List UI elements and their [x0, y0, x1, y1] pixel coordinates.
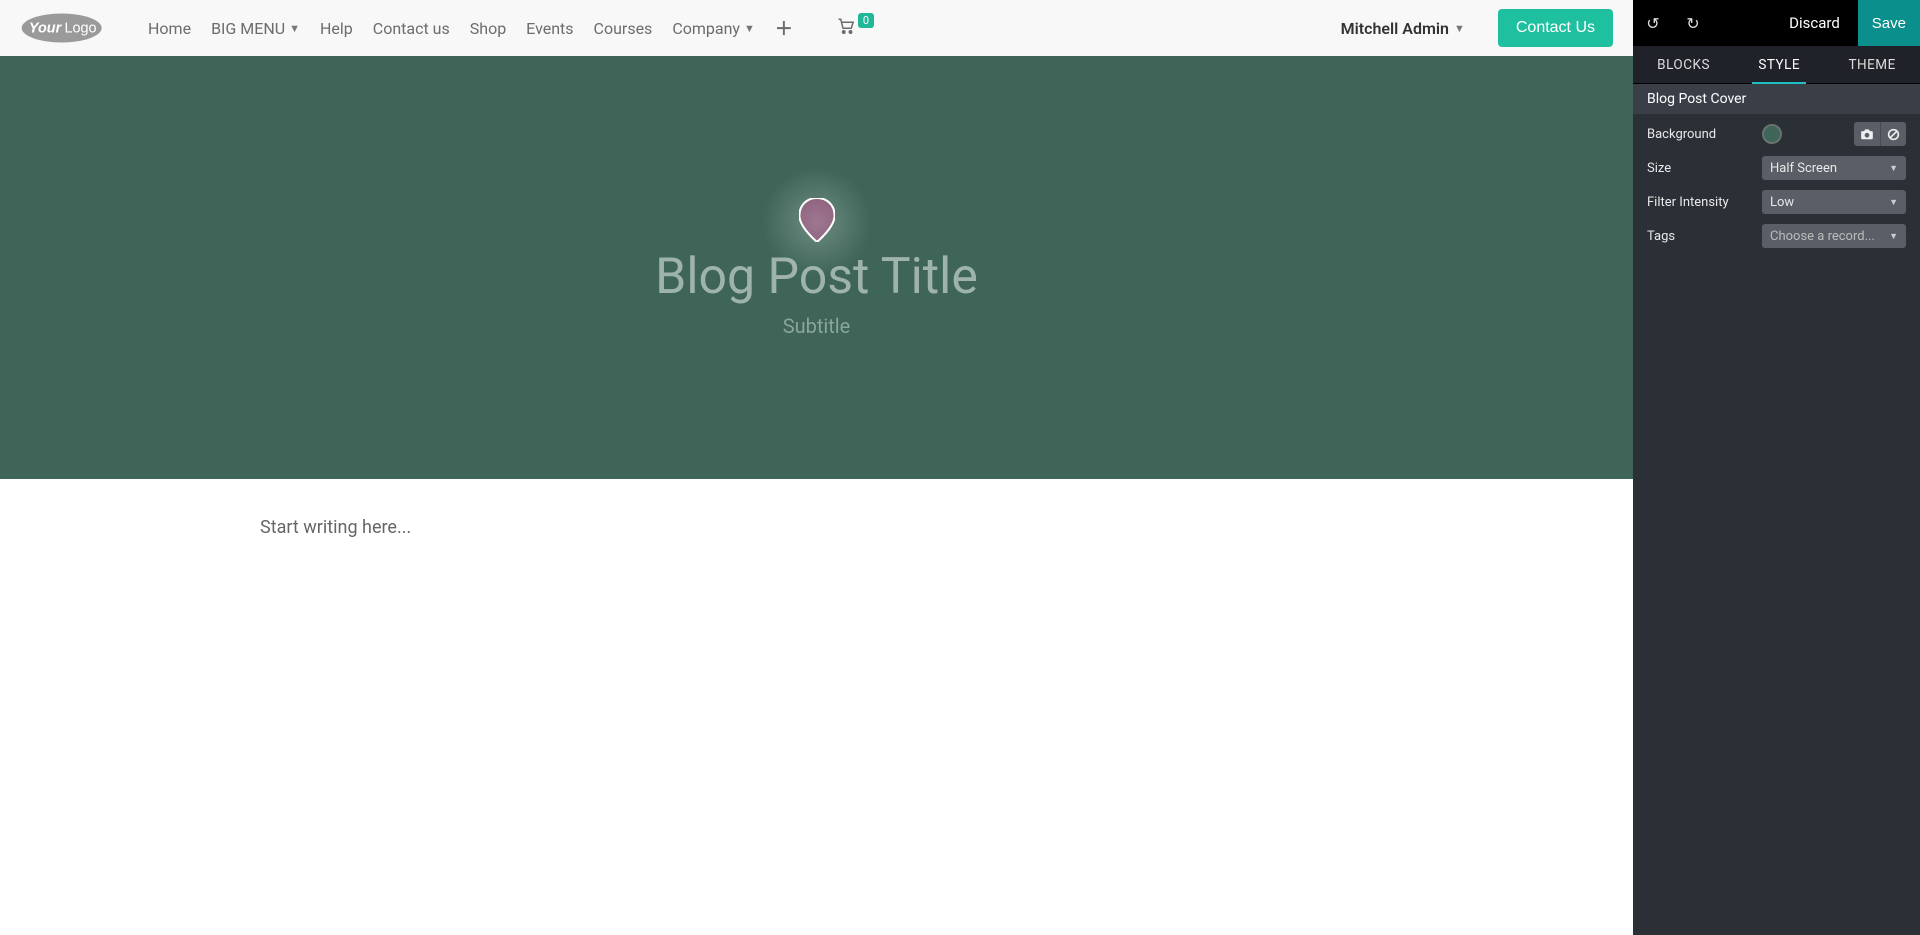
- nav-help[interactable]: Help: [310, 11, 363, 46]
- caret-down-icon: ▼: [744, 22, 755, 35]
- redo-icon: ↻: [1686, 14, 1699, 33]
- editor-top-bar: ↺ ↻ Discard Save: [1633, 0, 1920, 46]
- filter-value: Low: [1770, 195, 1794, 210]
- nav-contact[interactable]: Contact us: [363, 11, 460, 46]
- caret-down-icon: ▼: [1889, 197, 1898, 208]
- top-navbar: Your Logo Home BIG MENU▼ Help Contact us…: [0, 0, 1633, 56]
- nav-company[interactable]: Company▼: [662, 11, 765, 46]
- nav-big-menu[interactable]: BIG MENU▼: [201, 11, 310, 46]
- site-logo: Your Logo: [20, 8, 120, 48]
- caret-down-icon: ▼: [1889, 231, 1898, 242]
- nav-shop[interactable]: Shop: [460, 11, 516, 46]
- undo-icon: ↺: [1646, 14, 1659, 33]
- background-color-swatch[interactable]: [1762, 124, 1782, 144]
- size-select[interactable]: Half Screen ▼: [1762, 156, 1906, 180]
- caret-down-icon: ▼: [289, 22, 300, 35]
- caret-down-icon: ▼: [1454, 22, 1465, 35]
- contact-us-button[interactable]: Contact Us: [1498, 9, 1613, 47]
- tab-style[interactable]: STYLE: [1744, 46, 1814, 83]
- label-size: Size: [1647, 161, 1752, 176]
- nav-add[interactable]: ＋: [765, 7, 803, 49]
- filter-intensity-select[interactable]: Low ▼: [1762, 190, 1906, 214]
- save-button[interactable]: Save: [1858, 0, 1920, 46]
- no-entry-icon: [1887, 128, 1900, 141]
- svg-text:Logo: Logo: [64, 20, 96, 36]
- size-value: Half Screen: [1770, 161, 1837, 176]
- cart-icon: [836, 17, 856, 40]
- nav-courses[interactable]: Courses: [584, 11, 663, 46]
- blog-cover[interactable]: Blog Post Title Subtitle: [0, 56, 1633, 479]
- cover-pin-wrap: [799, 198, 835, 246]
- plus-icon: ＋: [775, 15, 793, 41]
- caret-down-icon: ▼: [1889, 163, 1898, 174]
- cart-button[interactable]: 0: [836, 17, 874, 40]
- camera-icon: [1860, 128, 1874, 140]
- tab-theme[interactable]: THEME: [1834, 46, 1909, 83]
- section-title: Blog Post Cover: [1633, 84, 1920, 114]
- tags-select[interactable]: Choose a record... ▼: [1762, 224, 1906, 248]
- undo-button[interactable]: ↺: [1633, 0, 1673, 46]
- label-tags: Tags: [1647, 229, 1752, 244]
- blog-content[interactable]: Start writing here...: [0, 479, 1633, 576]
- background-clear-button[interactable]: [1880, 122, 1906, 146]
- blog-subtitle[interactable]: Subtitle: [783, 314, 851, 338]
- editor-tabs: BLOCKS STYLE THEME: [1633, 46, 1920, 84]
- content-placeholder[interactable]: Start writing here...: [260, 517, 1373, 538]
- logo-wrap[interactable]: Your Logo: [20, 8, 120, 48]
- label-filter-intensity: Filter Intensity: [1647, 195, 1752, 210]
- pin-glow: [757, 162, 877, 282]
- user-menu[interactable]: Mitchell Admin ▼: [1341, 19, 1465, 38]
- style-panel: Background Size Half Screen ▼: [1633, 114, 1920, 262]
- tab-blocks[interactable]: BLOCKS: [1643, 46, 1724, 83]
- cart-badge: 0: [858, 13, 874, 28]
- nav-home[interactable]: Home: [138, 11, 201, 46]
- background-image-button[interactable]: [1854, 122, 1880, 146]
- nav-events[interactable]: Events: [516, 11, 583, 46]
- row-size: Size Half Screen ▼: [1647, 156, 1906, 180]
- row-filter-intensity: Filter Intensity Low ▼: [1647, 190, 1906, 214]
- background-action-buttons: [1854, 122, 1906, 146]
- label-background: Background: [1647, 127, 1752, 142]
- editor-sidebar: ↺ ↻ Discard Save BLOCKS STYLE THEME Blog…: [1633, 0, 1920, 935]
- svg-text:Your: Your: [29, 20, 63, 36]
- row-background: Background: [1647, 122, 1906, 146]
- tags-placeholder: Choose a record...: [1770, 229, 1875, 244]
- redo-button[interactable]: ↻: [1673, 0, 1713, 46]
- row-tags: Tags Choose a record... ▼: [1647, 224, 1906, 248]
- nav-links: Home BIG MENU▼ Help Contact us Shop Even…: [138, 7, 803, 49]
- discard-button[interactable]: Discard: [1771, 14, 1858, 32]
- main-content-area: Your Logo Home BIG MENU▼ Help Contact us…: [0, 0, 1633, 935]
